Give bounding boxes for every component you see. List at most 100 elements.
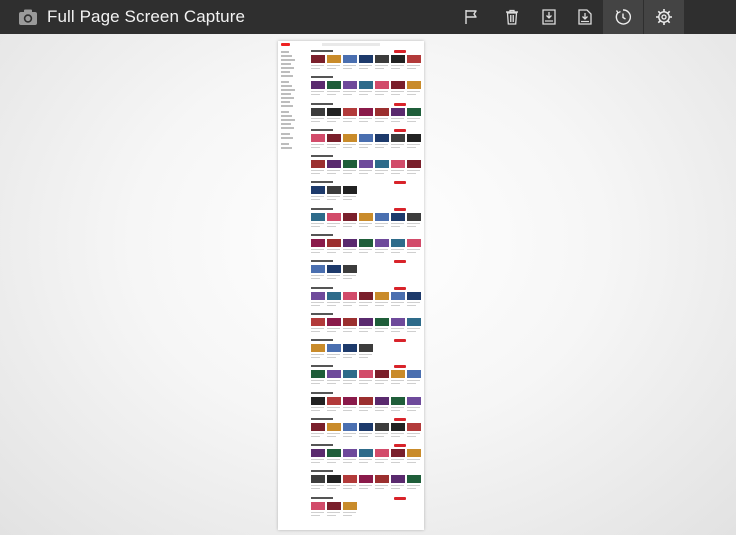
preview-video-meta-line bbox=[343, 252, 352, 254]
preview-video-meta-line bbox=[327, 462, 336, 464]
preview-video-title-line bbox=[407, 65, 420, 67]
preview-video-meta-line bbox=[391, 383, 400, 385]
preview-video-meta-line bbox=[375, 383, 384, 385]
preview-video-meta-line bbox=[359, 383, 368, 385]
preview-video-title-line bbox=[311, 459, 324, 461]
preview-video-thumbnail bbox=[327, 239, 341, 247]
preview-video-meta-line bbox=[407, 226, 416, 228]
preview-video-meta-line bbox=[327, 94, 336, 96]
history-button[interactable] bbox=[603, 0, 643, 34]
preview-subscribe-button bbox=[394, 339, 406, 342]
preview-video-thumbnail bbox=[375, 81, 389, 89]
screenshot-preview[interactable] bbox=[278, 41, 424, 530]
preview-video-thumbnail bbox=[359, 213, 373, 221]
preview-video-title-line bbox=[407, 380, 420, 382]
preview-video-thumbnail bbox=[359, 239, 373, 247]
preview-video-thumbnail bbox=[407, 239, 421, 247]
preview-video-title-line bbox=[375, 249, 388, 251]
preview-video-meta-line bbox=[407, 68, 416, 70]
preview-video-meta-line bbox=[407, 383, 416, 385]
preview-video-meta-line bbox=[407, 410, 416, 412]
preview-video-title-line bbox=[359, 65, 372, 67]
preview-subscribe-button bbox=[394, 365, 406, 368]
preview-video-title-line bbox=[359, 144, 372, 146]
preview-video-thumbnail bbox=[391, 160, 405, 168]
preview-video-meta-line bbox=[343, 462, 352, 464]
preview-video-meta-line bbox=[359, 331, 368, 333]
preview-video-thumbnail bbox=[311, 81, 325, 89]
preview-video-title-line bbox=[391, 302, 404, 304]
preview-subscribe-button bbox=[394, 103, 406, 106]
download-image-icon bbox=[542, 9, 556, 25]
preview-video-title-line bbox=[391, 249, 404, 251]
flag-button[interactable] bbox=[451, 0, 491, 34]
preview-video-thumbnail bbox=[359, 160, 373, 168]
preview-video-thumbnail bbox=[327, 265, 341, 273]
preview-video-meta-line bbox=[343, 121, 352, 123]
preview-video-meta-line bbox=[311, 436, 320, 438]
preview-video-thumbnail bbox=[343, 265, 357, 273]
preview-subscribe-button bbox=[394, 260, 406, 263]
preview-video-thumbnail bbox=[375, 423, 389, 431]
preview-video-thumbnail bbox=[359, 292, 373, 300]
preview-video-meta-line bbox=[343, 94, 352, 96]
preview-video-thumbnail bbox=[407, 134, 421, 142]
preview-video-title-line bbox=[343, 302, 356, 304]
download-image-button[interactable] bbox=[529, 0, 569, 34]
preview-video-title-line bbox=[407, 459, 420, 461]
preview-shelf-title bbox=[311, 208, 333, 210]
preview-video-title-line bbox=[311, 65, 324, 67]
preview-video-meta-line bbox=[359, 94, 368, 96]
preview-video-thumbnail bbox=[375, 160, 389, 168]
preview-video-meta-line bbox=[343, 226, 352, 228]
preview-video-thumbnail bbox=[311, 318, 325, 326]
preview-video-meta-line bbox=[311, 515, 320, 517]
preview-video-meta-line bbox=[327, 488, 336, 490]
preview-sidebar bbox=[278, 48, 298, 188]
preview-shelf-title bbox=[311, 418, 333, 420]
preview-video-meta-line bbox=[359, 357, 368, 359]
preview-video-thumbnail bbox=[327, 423, 341, 431]
preview-video-thumbnail bbox=[407, 55, 421, 63]
preview-video-meta-line bbox=[343, 278, 352, 280]
preview-subscribe-button bbox=[394, 418, 406, 421]
preview-video-meta-line bbox=[343, 68, 352, 70]
delete-button[interactable] bbox=[492, 0, 532, 34]
preview-header bbox=[278, 41, 424, 48]
preview-video-title-line bbox=[311, 275, 324, 277]
preview-video-meta-line bbox=[407, 305, 416, 307]
preview-video-title-line bbox=[391, 118, 404, 120]
settings-button[interactable] bbox=[644, 0, 684, 34]
preview-video-title-line bbox=[343, 118, 356, 120]
preview-video-title-line bbox=[391, 65, 404, 67]
preview-video-thumbnail bbox=[311, 449, 325, 457]
preview-sidebar-line bbox=[281, 81, 289, 83]
download-pdf-button[interactable] bbox=[565, 0, 605, 34]
preview-video-title-line bbox=[327, 196, 340, 198]
preview-video-title-line bbox=[407, 118, 420, 120]
preview-video-meta-line bbox=[359, 147, 368, 149]
preview-video-thumbnail bbox=[391, 213, 405, 221]
flag-icon bbox=[465, 10, 477, 24]
preview-video-title-line bbox=[343, 354, 356, 356]
preview-shelf-title bbox=[311, 497, 333, 499]
preview-video-title-line bbox=[311, 170, 324, 172]
preview-video-meta-line bbox=[343, 331, 352, 333]
preview-video-meta-line bbox=[311, 68, 320, 70]
preview-video-title-line bbox=[343, 328, 356, 330]
preview-video-meta-line bbox=[407, 436, 416, 438]
preview-video-title-line bbox=[311, 196, 324, 198]
preview-video-title-line bbox=[327, 354, 340, 356]
app-title: Full Page Screen Capture bbox=[47, 7, 246, 26]
preview-video-title-line bbox=[311, 485, 324, 487]
preview-video-meta-line bbox=[327, 357, 336, 359]
preview-video-thumbnail bbox=[327, 370, 341, 378]
preview-video-meta-line bbox=[391, 331, 400, 333]
preview-video-title-line bbox=[343, 65, 356, 67]
preview-shelf-title bbox=[311, 181, 333, 183]
preview-video-thumbnail bbox=[343, 475, 357, 483]
preview-video-meta-line bbox=[359, 488, 368, 490]
preview-video-meta-line bbox=[375, 488, 384, 490]
preview-video-meta-line bbox=[343, 199, 352, 201]
preview-video-thumbnail bbox=[359, 344, 373, 352]
